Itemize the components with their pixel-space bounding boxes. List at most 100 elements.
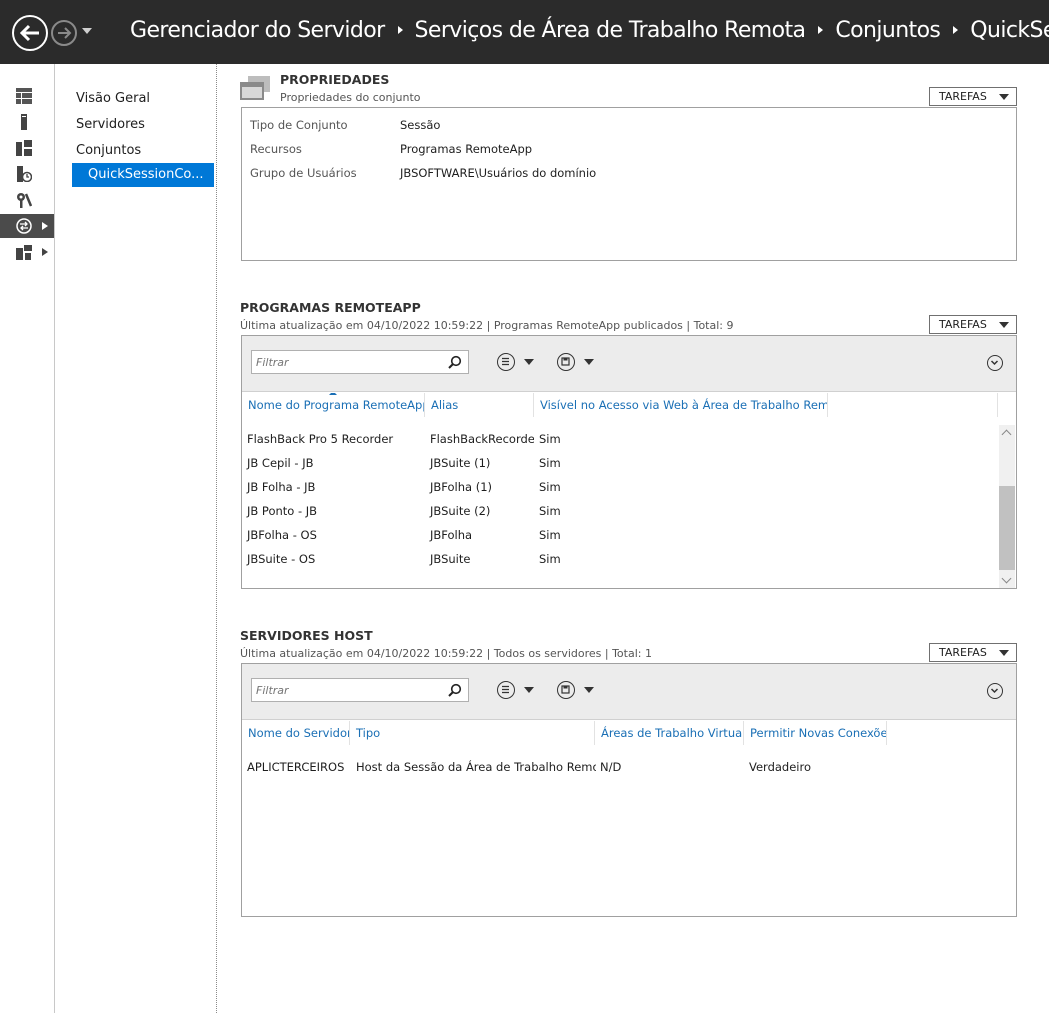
- cell-program-name: JB Folha - JB: [247, 480, 316, 494]
- properties-icon: [240, 76, 270, 100]
- nav-item-quicksession[interactable]: QuickSessionCo...: [72, 163, 214, 187]
- property-row: Grupo de Usuários JBSOFTWARE\Usuários do …: [250, 166, 596, 180]
- hosts-tasks-button[interactable]: TAREFAS: [929, 643, 1017, 662]
- rail-file-storage[interactable]: [0, 162, 54, 186]
- query-options-button[interactable]: [497, 353, 537, 371]
- tools-icon: [17, 193, 32, 208]
- column-header-allow-connections[interactable]: Permitir Novas Conexões: [744, 721, 887, 745]
- rail-dashboard[interactable]: [0, 84, 54, 108]
- search-icon[interactable]: [448, 355, 462, 369]
- save-icon: [557, 353, 575, 371]
- table-row[interactable]: JBSuite - OS JBSuite Sim: [242, 547, 998, 571]
- nav-item-overview[interactable]: Visão Geral: [72, 87, 214, 111]
- cell-alias: JBFolha: [430, 528, 473, 542]
- table-row[interactable]: JB Folha - JB JBFolha (1) Sim: [242, 475, 998, 499]
- cell-type: Host da Sessão da Área de Trabalho Remot…: [356, 760, 596, 774]
- chevron-down-icon: [584, 687, 594, 693]
- dashboard-icon: [16, 88, 32, 104]
- properties-title: PROPRIEDADES: [280, 72, 390, 87]
- remoteapp-filter-input[interactable]: [252, 351, 442, 373]
- hosts-panel: Nome do Servidor Tipo Áreas de Trabalho …: [241, 663, 1017, 917]
- nav-item-servers[interactable]: Servidores: [72, 113, 214, 137]
- tasks-label: TAREFAS: [939, 646, 987, 659]
- chevron-down-icon: [524, 687, 534, 693]
- hosts-filter-input[interactable]: [252, 679, 442, 701]
- nav-item-collections[interactable]: Conjuntos: [72, 139, 214, 163]
- column-header-program-name[interactable]: Nome do Programa RemoteApp: [242, 393, 425, 417]
- breadcrumb-item-collections[interactable]: Conjuntos: [835, 18, 941, 43]
- cell-alias: JBSuite: [430, 552, 471, 566]
- save-query-button[interactable]: [557, 681, 597, 699]
- remoteapp-panel: Nome do Programa RemoteApp Alias Visível…: [241, 335, 1017, 589]
- cell-server-name: APLICTERCEIROS: [247, 760, 345, 774]
- expand-arrow-icon[interactable]: [42, 222, 48, 230]
- rail-file-services[interactable]: [0, 240, 54, 264]
- forward-button[interactable]: [51, 20, 77, 46]
- list-options-icon: [497, 681, 515, 699]
- cell-web-visible: Sim: [539, 456, 561, 470]
- breadcrumb-item-server-manager[interactable]: Gerenciador do Servidor: [130, 18, 385, 43]
- column-label: Nome do Programa RemoteApp: [248, 398, 425, 412]
- file-services-icon: [16, 245, 32, 260]
- tasks-label: TAREFAS: [939, 318, 987, 331]
- rail-all-servers[interactable]: [0, 136, 54, 160]
- cell-web-visible: Sim: [539, 480, 561, 494]
- remoteapp-subtitle: Última atualização em 04/10/2022 10:59:2…: [240, 319, 734, 332]
- property-key: Recursos: [250, 142, 302, 156]
- property-value: Programas RemoteApp: [400, 142, 533, 156]
- table-row[interactable]: APLICTERCEIROS Host da Sessão da Área de …: [242, 755, 1016, 779]
- property-key: Tipo de Conjunto: [250, 118, 348, 132]
- property-value: Sessão: [400, 118, 441, 132]
- file-storage-icon: [17, 166, 32, 182]
- remote-desktop-icon: [16, 218, 32, 234]
- column-header-web-visible[interactable]: Visível no Acesso via Web à Área de Trab…: [534, 393, 828, 417]
- cell-program-name: JB Ponto - JB: [247, 504, 318, 518]
- list-options-icon: [497, 353, 515, 371]
- save-icon: [557, 681, 575, 699]
- property-row: Tipo de Conjunto Sessão: [250, 118, 440, 132]
- back-button[interactable]: [12, 15, 48, 51]
- collection-nav: Visão Geral Servidores Conjuntos QuickSe…: [56, 64, 217, 1013]
- scrollbar-thumb[interactable]: [999, 486, 1015, 570]
- breadcrumb-item-rds[interactable]: Serviços de Área de Trabalho Remota: [415, 18, 806, 43]
- icon-rail: [0, 64, 55, 1013]
- hosts-title: SERVIDORES HOST: [240, 628, 373, 643]
- expand-toolbar-button[interactable]: [987, 355, 1003, 371]
- properties-tasks-button[interactable]: TAREFAS: [929, 87, 1017, 106]
- remoteapp-vertical-scrollbar[interactable]: [999, 425, 1015, 588]
- column-header-server-name[interactable]: Nome do Servidor: [242, 721, 350, 745]
- rail-remote-desktop-services[interactable]: [0, 214, 54, 238]
- cell-program-name: JBSuite - OS: [247, 552, 316, 566]
- chevron-right-icon: [818, 25, 824, 34]
- search-icon[interactable]: [448, 683, 462, 697]
- table-row[interactable]: JB Cepil - JB JBSuite (1) Sim: [242, 451, 998, 475]
- column-header-alias[interactable]: Alias: [425, 393, 534, 417]
- property-key: Grupo de Usuários: [250, 166, 357, 180]
- table-row[interactable]: JB Ponto - JB JBSuite (2) Sim: [242, 499, 998, 523]
- table-row[interactable]: FlashBack Pro 5 Recorder FlashBackRecorde…: [242, 427, 998, 451]
- column-header-empty: [828, 393, 998, 417]
- cell-program-name: FlashBack Pro 5 Recorder: [247, 432, 394, 446]
- remoteapp-filter-box: [251, 350, 469, 374]
- rail-local-server[interactable]: [0, 110, 54, 134]
- table-row[interactable]: JBFolha - OS JBFolha Sim: [242, 523, 998, 547]
- hosts-subtitle: Última atualização em 04/10/2022 10:59:2…: [240, 647, 652, 660]
- remoteapp-grid-header: Nome do Programa RemoteApp Alias Visível…: [242, 393, 1016, 417]
- column-header-virtual-desktops[interactable]: Áreas de Trabalho Virtuais: [595, 721, 744, 745]
- expand-toolbar-button[interactable]: [987, 683, 1003, 699]
- cell-allow-connections: Verdadeiro: [749, 760, 812, 774]
- expand-arrow-icon[interactable]: [42, 248, 48, 256]
- scroll-down-icon[interactable]: [1001, 573, 1012, 584]
- rail-tools[interactable]: [0, 188, 54, 212]
- scroll-up-icon[interactable]: [1001, 429, 1012, 440]
- query-options-button[interactable]: [497, 681, 537, 699]
- remoteapp-tasks-button[interactable]: TAREFAS: [929, 315, 1017, 334]
- chevron-down-icon: [999, 650, 1009, 656]
- properties-panel: Tipo de Conjunto Sessão Recursos Programas…: [241, 107, 1017, 261]
- hosts-grid-header: Nome do Servidor Tipo Áreas de Trabalho …: [242, 721, 1016, 745]
- history-dropdown-icon[interactable]: [82, 28, 92, 34]
- title-bar: Gerenciador do Servidor Serviços de Área …: [0, 0, 1049, 64]
- local-server-icon: [21, 114, 27, 130]
- save-query-button[interactable]: [557, 353, 597, 371]
- column-header-type[interactable]: Tipo: [350, 721, 595, 745]
